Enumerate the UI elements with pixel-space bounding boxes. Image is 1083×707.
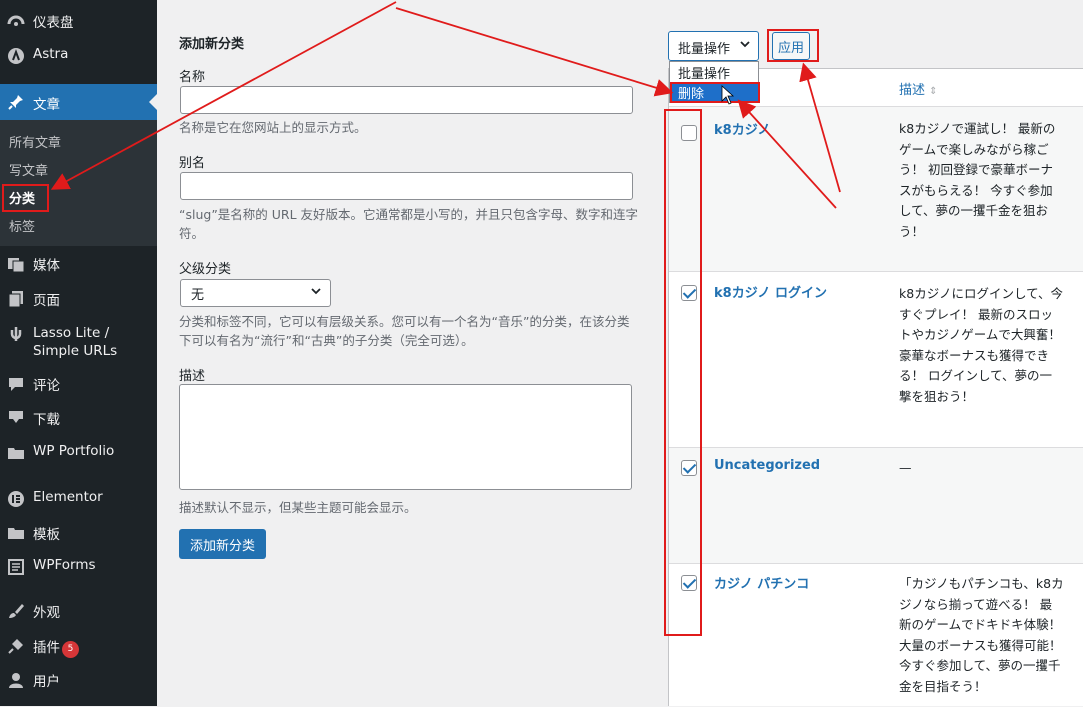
- chevron-down-icon: [739, 38, 751, 54]
- category-name-link[interactable]: カジノ パチンコ: [714, 573, 809, 592]
- menu-comments[interactable]: 评论: [0, 374, 157, 396]
- submenu-tags[interactable]: 标签: [9, 216, 35, 235]
- plugins-label: 插件: [33, 640, 60, 656]
- menu-posts[interactable]: 文章: [0, 84, 157, 120]
- menu-wp-portfolio[interactable]: WP Portfolio: [0, 443, 157, 465]
- category-name-link[interactable]: Uncategorized: [714, 458, 820, 473]
- media-icon: [6, 254, 26, 274]
- chevron-down-icon: [310, 285, 322, 301]
- bulk-actions-value: 批量操作: [678, 42, 731, 57]
- menu-elementor[interactable]: Elementor: [0, 489, 157, 511]
- parent-label: 父级分类: [179, 262, 232, 277]
- menu-media[interactable]: 媒体: [0, 254, 157, 276]
- astra-icon: [6, 46, 26, 66]
- user-icon: [6, 670, 26, 690]
- annotation-box-apply: [767, 29, 819, 62]
- admin-sidebar: 仪表盘 Astra 文章 所有文章 写文章 分类 标签 媒体 页面 Lasso …: [0, 0, 157, 706]
- folder-icon: [6, 523, 26, 543]
- bulk-actions-select[interactable]: 批量操作: [668, 31, 759, 61]
- link-icon: [6, 324, 26, 344]
- menu-appearance[interactable]: 外观: [0, 601, 157, 623]
- menu-users[interactable]: 用户: [0, 670, 157, 692]
- active-indicator: [149, 94, 157, 110]
- folder-icon: [6, 443, 26, 463]
- update-count-badge: 5: [62, 641, 79, 658]
- table-row: カジノ パチンコ 「カジノもパチンコも、k8カジノなら揃って遊べる！ 最新のゲー…: [669, 563, 1083, 707]
- parent-select-value: 无: [191, 288, 205, 303]
- category-name-link[interactable]: k8カジノ ログイン: [714, 282, 827, 301]
- description-textarea[interactable]: [179, 384, 632, 490]
- download-icon: [6, 408, 26, 428]
- menu-astra[interactable]: Astra: [0, 46, 157, 68]
- submenu-all-posts[interactable]: 所有文章: [9, 132, 61, 151]
- description-help: 描述默认不显示，但某些主题可能会显示。: [179, 500, 417, 515]
- categories-table: 描述 ⇕ k8カジノ k8カジノで運試し！ 最新のゲームで楽しみながら稼ごう！ …: [668, 68, 1083, 706]
- table-row: k8カジノ k8カジノで運試し！ 最新のゲームで楽しみながら稼ごう！ 初回登録で…: [669, 106, 1083, 271]
- forms-icon: [6, 557, 26, 577]
- menu-dashboard[interactable]: 仪表盘: [0, 11, 157, 33]
- parent-help: 分类和标签不同，它可以有层级关系。您可以有一个名为“音乐”的分类，在该分类下可以…: [179, 314, 630, 348]
- bulk-option-default[interactable]: 批量操作: [670, 62, 758, 82]
- menu-plugins[interactable]: 插件 5: [0, 636, 157, 658]
- annotation-box-checkboxes: [664, 109, 702, 636]
- menu-templates[interactable]: 模板: [0, 523, 157, 545]
- annotation-box-categories: [2, 184, 49, 212]
- menu-pages[interactable]: 页面: [0, 289, 157, 311]
- name-label: 名称: [179, 70, 206, 85]
- form-heading: 添加新分类: [179, 37, 245, 52]
- submenu-new-post[interactable]: 写文章: [9, 160, 48, 179]
- category-description: 「カジノもパチンコも、k8カジノなら揃って遊べる！ 最新のゲームでドキドキ体験！…: [899, 576, 1064, 694]
- slug-help: “slug”是名称的 URL 友好版本。它通常都是小写的，并且只包含字母、数字和…: [179, 207, 639, 241]
- add-category-button[interactable]: 添加新分类: [179, 529, 266, 559]
- table-row: Uncategorized —: [669, 447, 1083, 563]
- description-column-header[interactable]: 描述 ⇕: [899, 79, 938, 98]
- brush-icon: [6, 601, 26, 621]
- slug-input[interactable]: [180, 172, 633, 200]
- name-input[interactable]: [180, 86, 633, 114]
- category-description: —: [899, 460, 912, 475]
- posts-submenu: 所有文章 写文章 分类 标签: [0, 120, 157, 246]
- add-category-form: 添加新分类 名称 名称是它在您网站上的显示方式。 别名 “slug”是名称的 U…: [157, 0, 657, 706]
- annotation-box-delete: [670, 82, 760, 103]
- menu-lasso[interactable]: Lasso Lite / Simple URLs: [0, 324, 157, 364]
- category-name-link[interactable]: k8カジノ: [714, 119, 770, 138]
- category-description: k8カジノにログインして、今すぐプレイ！ 最新のスロットやカジノゲームで大興奮！…: [899, 286, 1063, 404]
- pages-icon: [6, 289, 26, 309]
- description-label: 描述: [179, 369, 206, 384]
- parent-select[interactable]: 无: [180, 279, 331, 307]
- description-header-label: 描述: [899, 83, 926, 98]
- comment-icon: [6, 374, 26, 394]
- sort-icon: ⇕: [929, 86, 938, 97]
- elementor-icon: [6, 489, 26, 509]
- table-row: k8カジノ ログイン k8カジノにログインして、今すぐプレイ！ 最新のスロットや…: [669, 271, 1083, 447]
- name-help: 名称是它在您网站上的显示方式。: [179, 120, 367, 135]
- menu-wpforms[interactable]: WPForms: [0, 557, 157, 579]
- plugin-icon: [6, 636, 26, 656]
- slug-label: 别名: [179, 156, 206, 171]
- pin-icon: [6, 92, 26, 112]
- dashboard-icon: [6, 11, 26, 31]
- menu-downloads[interactable]: 下载: [0, 408, 157, 430]
- category-description: k8カジノで運試し！ 最新のゲームで楽しみながら稼ごう！ 初回登録で豪華ボーナス…: [899, 121, 1056, 239]
